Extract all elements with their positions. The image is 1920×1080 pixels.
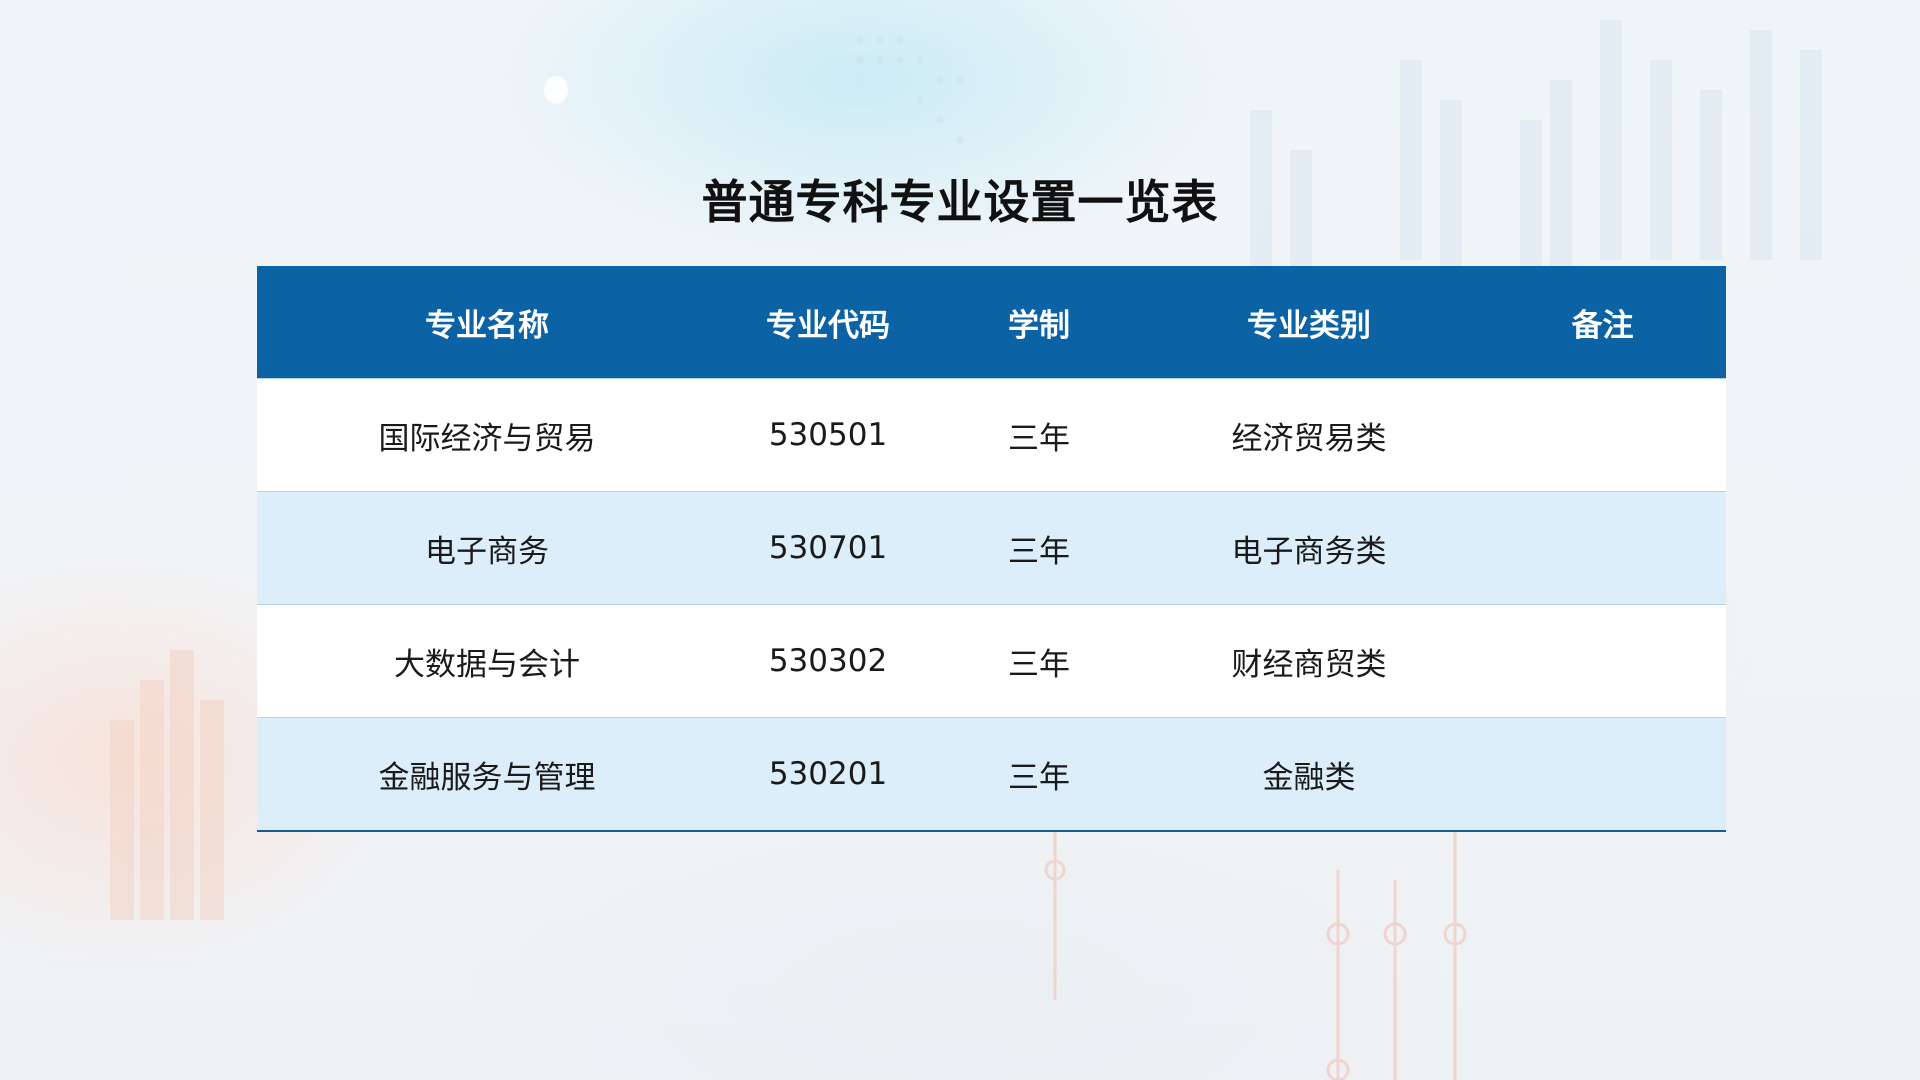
cell-major-name: 国际经济与贸易	[378, 420, 596, 457]
header-remarks: 备注	[1571, 307, 1634, 344]
cell-major-category: 金融类	[1262, 759, 1356, 796]
page-title: 普通专科专业设置一览表	[701, 175, 1219, 229]
cell-major-category: 经济贸易类	[1231, 420, 1387, 457]
cell-major-name: 金融服务与管理	[378, 759, 596, 796]
cell-duration: 三年	[1008, 533, 1070, 570]
cell-major-code: 530302	[768, 643, 888, 679]
table-row: 电子商务 530701 三年 电子商务类	[257, 491, 1726, 604]
cell-duration: 三年	[1008, 420, 1070, 457]
cell-major-code: 530701	[768, 530, 888, 566]
table-header-row: 专业名称 专业代码 学制 专业类别 备注	[257, 266, 1726, 378]
header-major-code: 专业代码	[766, 307, 890, 344]
cell-major-name: 电子商务	[425, 533, 549, 570]
cell-duration: 三年	[1008, 646, 1070, 683]
cell-major-category: 财经商贸类	[1231, 646, 1387, 683]
table-row: 国际经济与贸易 530501 三年 经济贸易类	[257, 378, 1726, 491]
cell-major-category: 电子商务类	[1231, 533, 1387, 570]
header-duration: 学制	[1008, 307, 1070, 344]
table-row: 大数据与会计 530302 三年 财经商贸类	[257, 604, 1726, 717]
cell-major-name: 大数据与会计	[394, 646, 580, 683]
header-major-category: 专业类别	[1247, 307, 1371, 344]
header-major-name: 专业名称	[425, 307, 549, 344]
cell-duration: 三年	[1008, 759, 1070, 796]
majors-table: 专业名称 专业代码 学制 专业类别 备注 国际经济与贸易 530501 三年 经…	[257, 266, 1726, 832]
cell-major-code: 530501	[768, 417, 888, 453]
table-row: 金融服务与管理 530201 三年 金融类	[257, 717, 1726, 830]
cell-major-code: 530201	[768, 756, 888, 792]
